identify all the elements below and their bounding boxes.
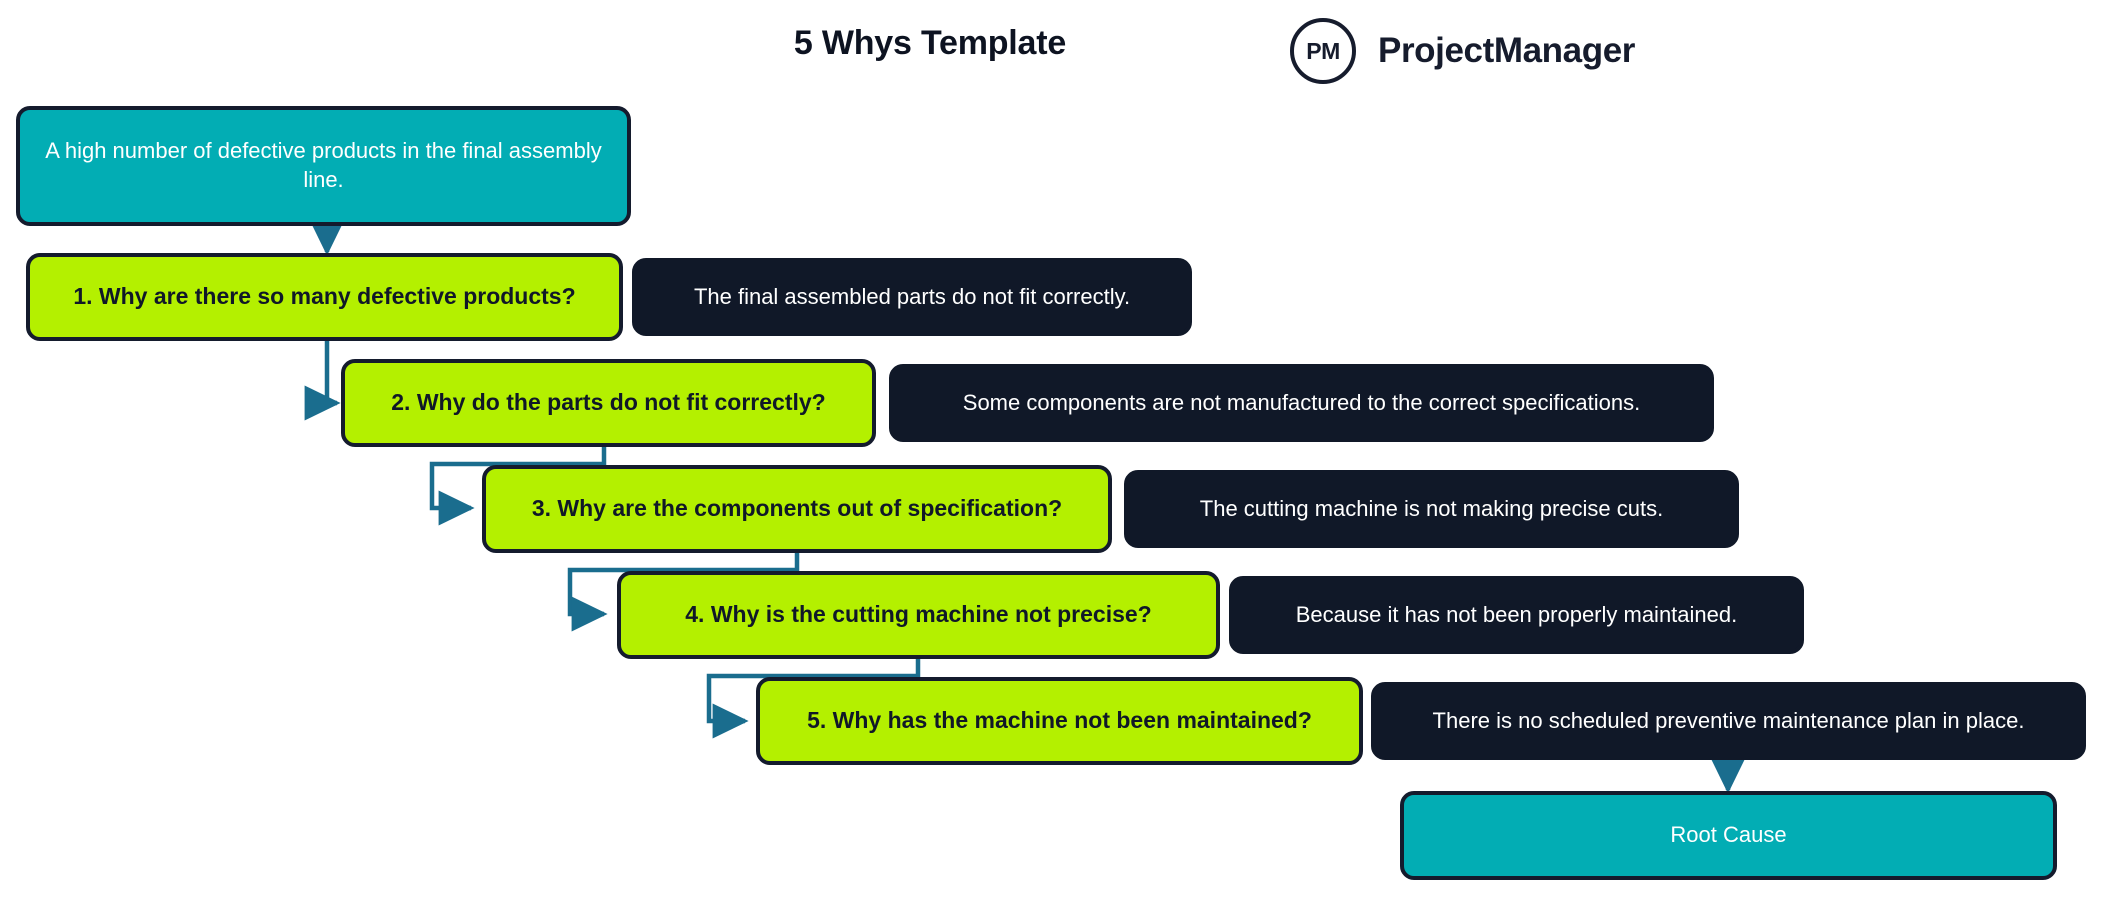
projectmanager-circle-icon: PM (1290, 18, 1356, 84)
answer-box-4[interactable]: Because it has not been properly maintai… (1229, 576, 1804, 654)
brand-logo: PM ProjectManager (1290, 18, 1635, 84)
why-box-4[interactable]: 4. Why is the cutting machine not precis… (617, 571, 1220, 659)
answer-box-3[interactable]: The cutting machine is not making precis… (1124, 470, 1739, 548)
answer-box-1[interactable]: The final assembled parts do not fit cor… (632, 258, 1192, 336)
why-box-1[interactable]: 1. Why are there so many defective produ… (26, 253, 623, 341)
brand-name: ProjectManager (1378, 31, 1635, 70)
problem-statement-box[interactable]: A high number of defective products in t… (16, 106, 631, 226)
answer-box-2[interactable]: Some components are not manufactured to … (889, 364, 1714, 442)
why-box-2[interactable]: 2. Why do the parts do not fit correctly… (341, 359, 876, 447)
answer-box-5[interactable]: There is no scheduled preventive mainten… (1371, 682, 2086, 760)
connector-why1-to-why2 (304, 341, 341, 421)
diagram-canvas: 5 Whys Template PM ProjectManager A high… (0, 0, 2103, 897)
why-box-5[interactable]: 5. Why has the machine not been maintain… (756, 677, 1363, 765)
why-box-3[interactable]: 3. Why are the components out of specifi… (482, 465, 1112, 553)
root-cause-box[interactable]: Root Cause (1400, 791, 2057, 880)
page-title: 5 Whys Template (793, 24, 1067, 62)
